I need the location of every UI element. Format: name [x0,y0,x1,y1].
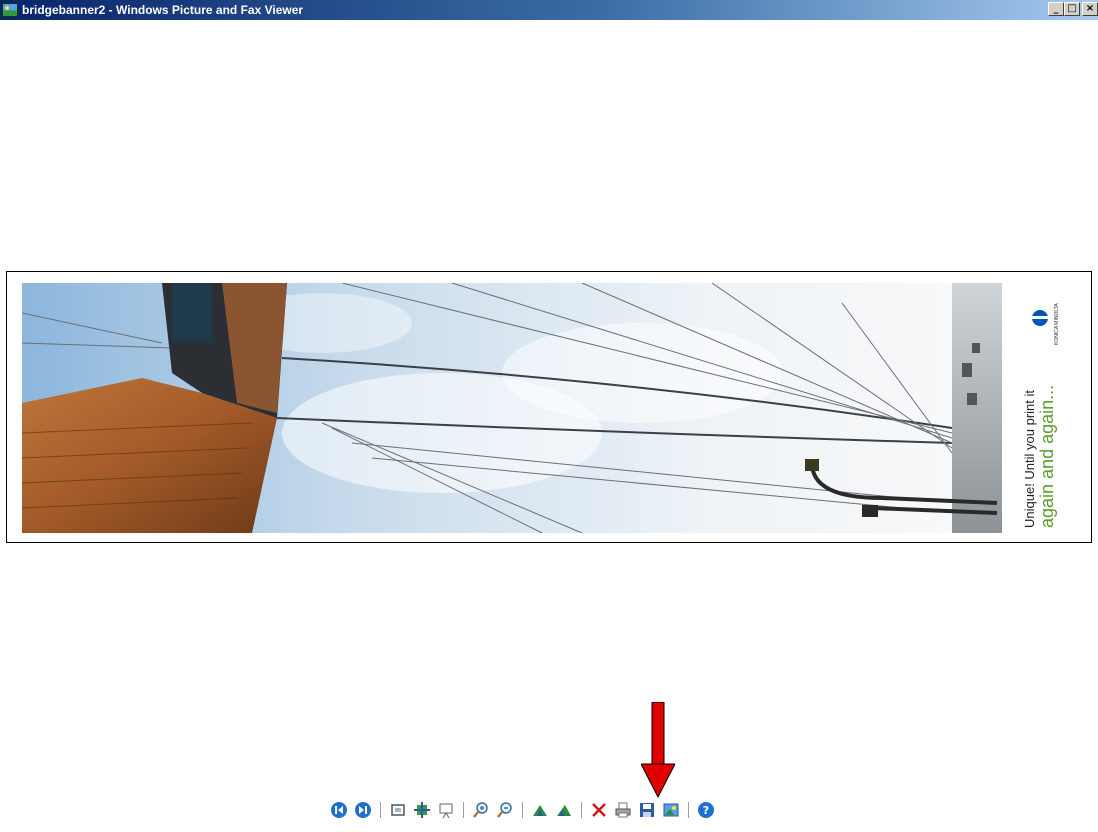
viewer-toolbar: ? [330,799,715,821]
print-icon [615,802,631,818]
bridge-banner-image [22,283,1080,533]
delete-button[interactable] [590,801,608,819]
window-controls: _ □ × [1048,2,1098,16]
save-icon [640,803,654,817]
rotate-counterclockwise-button[interactable] [555,801,573,819]
slideshow-icon [439,803,453,819]
picture-viewer-app-icon [2,3,18,17]
help-button[interactable]: ? [697,801,715,819]
help-icon: ? [698,802,714,818]
zoom-in-button[interactable] [472,801,490,819]
save-button[interactable] [638,801,656,819]
toolbar-separator [463,802,464,818]
banner-tagline-group: Unique! Until you print it again and aga… [1022,288,1057,528]
open-for-editing-button[interactable] [662,801,680,819]
slideshow-button[interactable] [437,801,455,819]
title-bar: bridgebanner2 - Windows Picture and Fax … [0,0,1098,20]
previous-image-icon [331,802,347,818]
toolbar-separator [380,802,381,818]
actual-size-icon [414,802,430,818]
actual-size-button[interactable] [413,801,431,819]
zoom-out-icon [497,802,512,818]
toolbar-separator [688,802,689,818]
maximize-button[interactable]: □ [1064,2,1080,16]
rotate-counterclockwise-icon [557,805,571,816]
close-button[interactable]: × [1082,2,1098,16]
zoom-out-button[interactable] [496,801,514,819]
print-button[interactable] [614,801,632,819]
toolbar-separator [581,802,582,818]
next-image-button[interactable] [354,801,372,819]
minimize-button[interactable]: _ [1048,2,1064,16]
best-fit-icon [391,804,405,816]
svg-text:?: ? [703,804,709,817]
open-for-editing-icon [663,803,679,817]
window-title: bridgebanner2 - Windows Picture and Fax … [22,3,304,17]
next-image-icon [355,802,371,818]
rotate-clockwise-button[interactable] [531,801,549,819]
zoom-in-icon [473,802,488,818]
best-fit-button[interactable] [389,801,407,819]
rotate-clockwise-icon [533,805,547,816]
delete-icon [592,803,606,817]
banner-tagline-line1: Unique! Until you print it [1022,389,1037,528]
banner-brand-text: KONICA MINOLTA [1054,303,1060,345]
red-annotation-arrow [641,702,675,798]
previous-image-button[interactable] [330,801,348,819]
toolbar-separator [522,802,523,818]
